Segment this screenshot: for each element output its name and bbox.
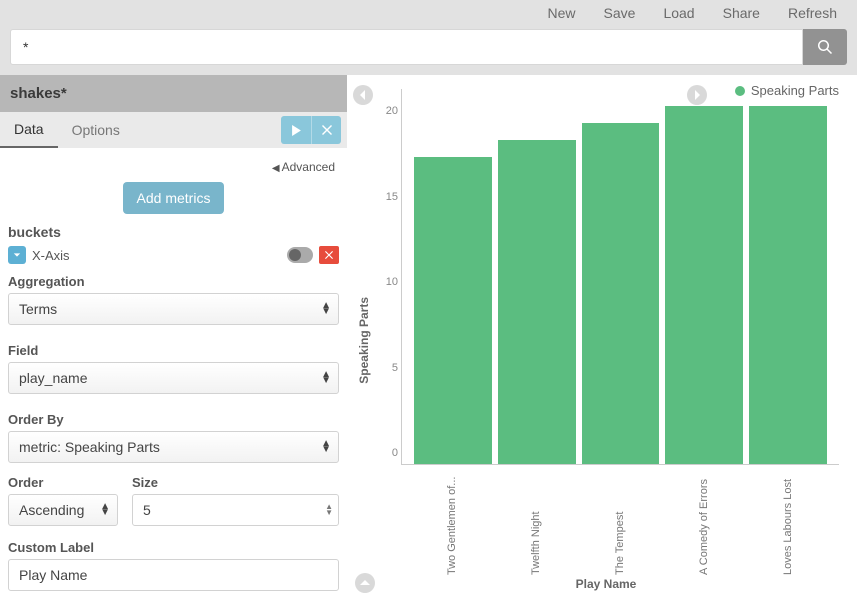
chart-bar[interactable] xyxy=(582,123,660,464)
advanced-toggle-bottom[interactable]: ◀Advanced xyxy=(8,591,339,597)
size-input[interactable] xyxy=(132,494,339,526)
custom-label-label: Custom Label xyxy=(8,540,339,555)
orderby-select[interactable]: metric: Speaking Parts xyxy=(8,431,339,463)
yaxis-title: Speaking Parts xyxy=(355,297,373,384)
xaxis-row: X-Axis xyxy=(8,246,339,264)
ytick-label: 10 xyxy=(374,276,398,288)
aggregation-select-wrap: Terms ▲▼ xyxy=(8,293,339,325)
chevron-down-icon xyxy=(13,251,21,259)
search-input[interactable] xyxy=(10,29,803,65)
search-button[interactable] xyxy=(803,29,847,65)
add-metrics-button[interactable]: Add metrics xyxy=(123,182,225,214)
xaxis-label: X-Axis xyxy=(32,248,70,263)
field-label: Field xyxy=(8,343,339,358)
plot-area: 05101520 xyxy=(401,89,839,465)
order-select-wrap: Ascending ▲▼ xyxy=(8,494,118,526)
xtick-label: A Comedy of Errors xyxy=(665,469,743,575)
discard-button[interactable] xyxy=(311,116,341,144)
field-select-wrap: play_name ▲▼ xyxy=(8,362,339,394)
xtick-label: The Tempest xyxy=(581,469,659,575)
ytick-label: 5 xyxy=(374,362,398,374)
menu-share[interactable]: Share xyxy=(723,5,760,21)
chart-prev-button[interactable] xyxy=(353,85,373,105)
search-icon xyxy=(817,39,833,55)
index-pattern-header: shakes* xyxy=(0,75,347,112)
tab-data[interactable]: Data xyxy=(0,112,58,148)
size-label: Size xyxy=(132,475,339,490)
play-icon xyxy=(291,125,302,136)
menu-new[interactable]: New xyxy=(548,5,576,21)
run-button[interactable] xyxy=(281,116,311,144)
search-row xyxy=(0,25,857,75)
menu-load[interactable]: Load xyxy=(663,5,694,21)
chevron-left-icon xyxy=(358,90,368,100)
chevron-up-icon xyxy=(360,578,370,588)
chart-bar[interactable] xyxy=(498,140,576,464)
chart-bar[interactable] xyxy=(414,157,492,464)
run-controls xyxy=(281,116,341,144)
field-select[interactable]: play_name xyxy=(8,362,339,394)
collapse-toggle[interactable] xyxy=(8,246,26,264)
advanced-toggle-top[interactable]: ◀Advanced xyxy=(8,158,339,182)
close-icon xyxy=(322,125,332,135)
orderby-label: Order By xyxy=(8,412,339,427)
xtick-label: Twelfth Night xyxy=(497,469,575,575)
scroll-top-button[interactable] xyxy=(355,573,375,593)
chart-bar[interactable] xyxy=(749,106,827,464)
menu-refresh[interactable]: Refresh xyxy=(788,5,837,21)
xaxis-title: Play Name xyxy=(373,575,839,591)
size-input-wrap: ▲▼ xyxy=(132,494,339,526)
chart-panel: Speaking Parts Speaking Parts 05101520 T… xyxy=(347,75,857,597)
ytick-label: 15 xyxy=(374,191,398,203)
xtick-label: Two Gentlemen of... xyxy=(413,469,491,575)
chart-bar[interactable] xyxy=(665,106,743,464)
top-menu: New Save Load Share Refresh xyxy=(0,0,857,25)
caret-left-icon: ◀ xyxy=(272,163,280,174)
aggregation-select[interactable]: Terms xyxy=(8,293,339,325)
delete-bucket-button[interactable] xyxy=(319,246,339,264)
aggregation-label: Aggregation xyxy=(8,274,339,289)
ytick-label: 0 xyxy=(374,447,398,459)
tabs-row: Data Options xyxy=(0,112,347,148)
xtick-label: Loves Labours Lost xyxy=(749,469,827,575)
order-label: Order xyxy=(8,475,118,490)
buckets-heading: buckets xyxy=(8,224,339,240)
config-panel: shakes* Data Options ◀Advanced Add metri… xyxy=(0,75,347,597)
orderby-select-wrap: metric: Speaking Parts ▲▼ xyxy=(8,431,339,463)
order-select[interactable]: Ascending xyxy=(8,494,118,526)
custom-label-input[interactable] xyxy=(8,559,339,591)
tab-options[interactable]: Options xyxy=(58,113,134,147)
menu-save[interactable]: Save xyxy=(604,5,636,21)
close-icon xyxy=(325,251,333,259)
ytick-label: 20 xyxy=(374,105,398,117)
enable-toggle[interactable] xyxy=(287,247,313,263)
